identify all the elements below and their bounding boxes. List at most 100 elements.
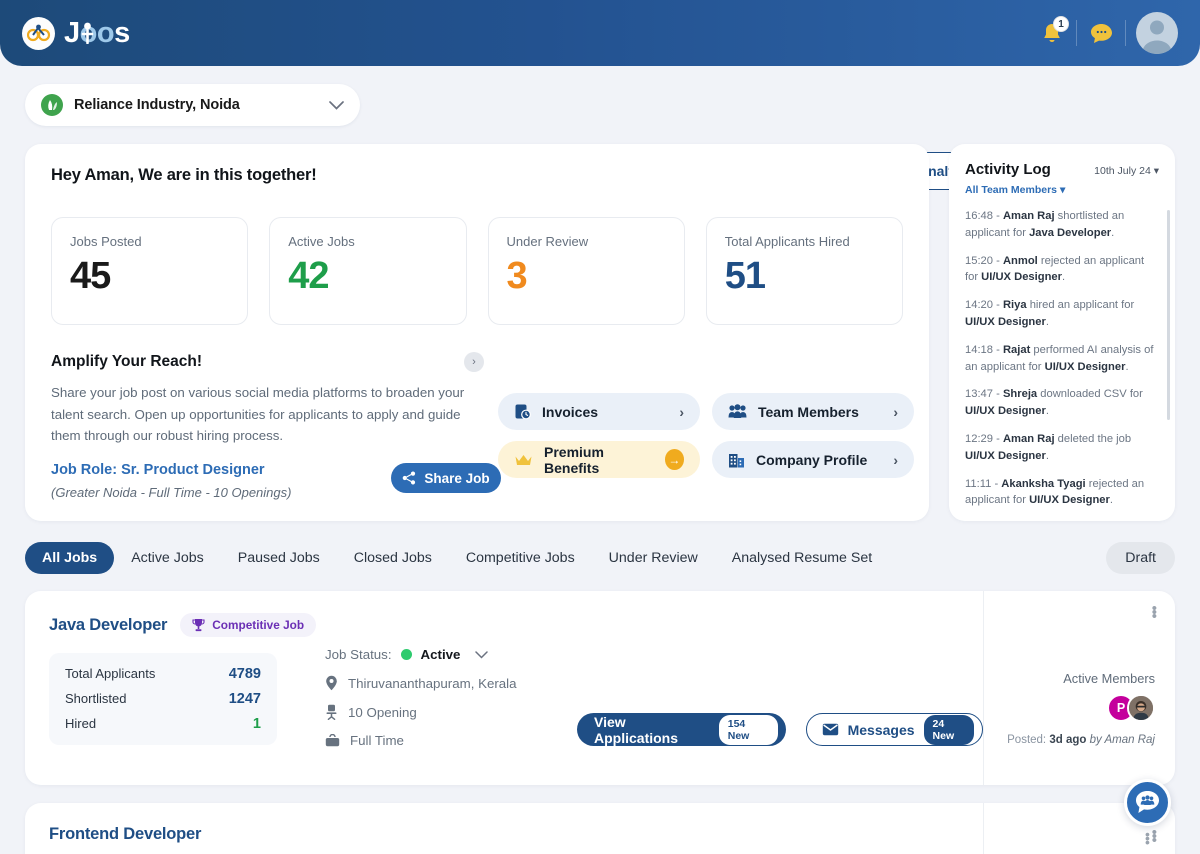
stat-label: Total Applicants Hired [724, 234, 850, 249]
stat-card-jobs-posted[interactable]: Jobs Posted 45 [51, 217, 249, 325]
view-applications-button[interactable]: View Applications 154 New [577, 713, 786, 746]
stat-label: Under Review [506, 234, 589, 249]
location-pin-icon [325, 675, 338, 691]
quick-link-company-profile[interactable]: Company Profile › [712, 441, 914, 478]
activity-end: . [1045, 405, 1049, 418]
activity-sep: - [993, 432, 1003, 445]
tab-analysed-resume-set[interactable]: Analysed Resume Set [715, 542, 889, 574]
messages-button[interactable] [1077, 10, 1125, 56]
tab-under-review[interactable]: Under Review [592, 542, 715, 574]
company-selector[interactable]: Reliance Industry, Noida [25, 84, 360, 126]
job-stat-value: 1 [252, 716, 261, 732]
user-avatar[interactable] [1136, 12, 1178, 54]
quick-links: Invoices › Team Members › Premium Benefi… [498, 393, 914, 478]
activity-end: . [1062, 271, 1066, 284]
messages-button[interactable]: Messages 24 New [805, 713, 983, 746]
tab-draft[interactable]: Draft [1106, 542, 1175, 574]
job-stat-row: Shortlisted 1247 [65, 691, 261, 707]
stat-value: 51 [724, 255, 766, 297]
app-logo[interactable]: J oo s [22, 16, 130, 50]
activity-action: deleted the job [1054, 432, 1132, 445]
company-name: Reliance Industry, Noida [74, 97, 240, 113]
notifications-button[interactable]: 1 [1028, 10, 1076, 56]
team-icon [728, 404, 747, 419]
activity-action: downloaded CSV for [1037, 388, 1143, 401]
avatar[interactable] [1127, 694, 1155, 722]
more-vertical-icon[interactable]: • • • [1152, 601, 1157, 624]
quick-link-invoices[interactable]: Invoices › [498, 393, 700, 430]
job-badge-label: Competitive Job [212, 618, 305, 632]
activity-target: UI/UX Designer [1029, 494, 1110, 507]
caret-down-icon: ▾ [1153, 165, 1159, 177]
support-chat-fab[interactable] [1124, 779, 1171, 826]
job-employment-type: Full Time [325, 733, 517, 748]
stat-label: Active Jobs [288, 234, 355, 249]
activity-sep: - [993, 210, 1003, 222]
quick-link-team-members[interactable]: Team Members › [712, 393, 914, 430]
job-title[interactable]: Java Developer [49, 616, 167, 635]
activity-target: UI/UX Designer [965, 315, 1046, 328]
messages-label: Messages [847, 721, 915, 738]
quick-link-premium-benefits[interactable]: Premium Benefits → [498, 441, 700, 478]
person-icon [81, 22, 93, 44]
job-status-selector[interactable]: Job Status: Active [325, 647, 517, 662]
tab-paused-jobs[interactable]: Paused Jobs [221, 542, 337, 574]
logo-text-j: J [64, 16, 80, 49]
stats-row: Jobs Posted 45 Active Jobs 42 Under Revi… [51, 217, 903, 325]
arrow-right-icon: → [664, 449, 684, 470]
stat-card-total-applicants-hired[interactable]: Total Applicants Hired 51 [705, 217, 903, 325]
messages-count-badge: 24 New [923, 714, 974, 745]
activity-action: hired an applicant for [1026, 299, 1135, 312]
activity-time: 12:29 [965, 432, 993, 445]
stat-label: Jobs Posted [70, 234, 142, 249]
company-logo-icon [41, 94, 63, 116]
job-action-buttons: View Applications 154 New Messages 24 Ne… [577, 713, 983, 746]
amplify-job-role-label: Job Role: [51, 461, 118, 478]
stat-card-under-review[interactable]: Under Review 3 [487, 217, 685, 325]
posted-by: by Aman Raj [1086, 734, 1155, 746]
amplify-job-role-value[interactable]: Sr. Product Designer [121, 462, 264, 478]
logo-badge-icon [22, 16, 55, 50]
activity-log-panel: Activity Log 10th July 24 ▾ All Team Mem… [949, 144, 1175, 521]
stat-card-active-jobs[interactable]: Active Jobs 42 [269, 217, 467, 325]
activity-actor: Riya [1002, 299, 1027, 312]
chevron-right-icon[interactable]: › [464, 352, 484, 372]
chevron-right-icon: › [893, 403, 898, 420]
logo-text: J oo s [64, 17, 130, 50]
active-members-avatars: P [1107, 694, 1155, 722]
job-filter-tabs: All Jobs Active Jobs Paused Jobs Closed … [25, 541, 1175, 575]
chat-bubble-icon [1090, 23, 1112, 43]
activity-time: 14:20 [965, 299, 993, 312]
amplify-title: Amplify Your Reach! [51, 353, 203, 370]
activity-time: 16:48 [965, 210, 993, 222]
header-actions: 1 [1028, 10, 1178, 56]
activity-log-filter[interactable]: All Team Members ▾ [965, 184, 1159, 196]
activity-actor: Shreja [1002, 388, 1038, 401]
tab-closed-jobs[interactable]: Closed Jobs [337, 542, 449, 574]
activity-log-date-selector[interactable]: 10th July 24 ▾ [1094, 165, 1159, 177]
building-icon [728, 452, 745, 468]
job-stat-row: Hired 1 [65, 716, 261, 732]
tab-competitive-jobs[interactable]: Competitive Jobs [449, 542, 592, 574]
job-card-main: Java Developer Competitive Job Total App… [25, 591, 983, 785]
greeting-text: Hey Aman, We are in this together! [51, 166, 317, 184]
activity-log-item: 11:11 - Akanksha Tyagi rejected an appli… [965, 476, 1159, 510]
tab-all-jobs[interactable]: All Jobs [25, 542, 115, 574]
tab-active-jobs[interactable]: Active Jobs [114, 542, 221, 574]
activity-log-list: 16:48 - Aman Raj shortlisted an applican… [965, 208, 1159, 521]
job-stat-label: Total Applicants [65, 666, 156, 681]
activity-log-scrollbar[interactable] [1167, 210, 1170, 420]
share-job-button[interactable]: Share Job [391, 463, 501, 493]
active-members-label: Active Members [1063, 671, 1155, 686]
job-location-label: Thiruvananthapuram, Kerala [348, 675, 517, 691]
more-vertical-icon[interactable]: • • • [1152, 825, 1157, 848]
activity-target: UI/UX Designer [965, 449, 1046, 462]
job-status-label: Job Status: [325, 647, 392, 662]
more-vertical-icon[interactable]: • • • [1145, 827, 1150, 849]
activity-actor: Aman Raj [1002, 432, 1055, 445]
view-applications-count-badge: 154 New [718, 714, 778, 745]
job-title[interactable]: Frontend Developer [49, 825, 201, 844]
trophy-icon [192, 618, 205, 632]
posted-prefix: Posted: [1007, 734, 1050, 746]
quick-link-label: Premium Benefits [544, 443, 604, 476]
